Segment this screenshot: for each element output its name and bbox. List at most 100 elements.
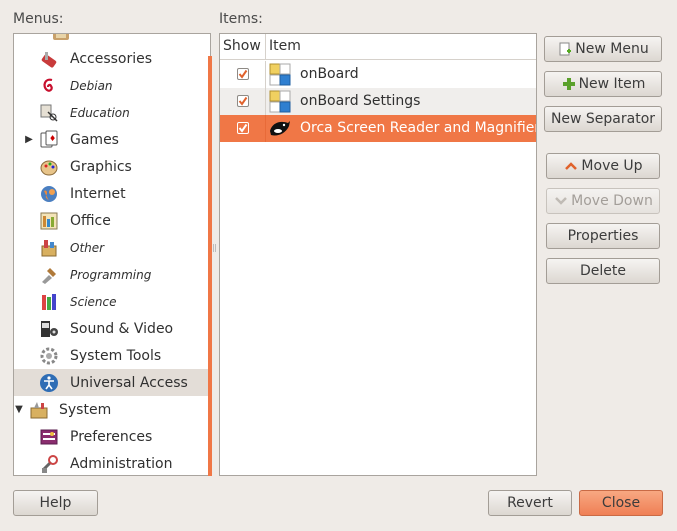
new-menu-button[interactable]: New Menu xyxy=(544,36,662,62)
tree-item-programming[interactable]: Programming xyxy=(14,261,208,288)
check-icon xyxy=(238,69,248,79)
administration-icon xyxy=(38,453,60,475)
close-label: Close xyxy=(601,495,641,511)
show-checkbox[interactable] xyxy=(237,68,249,80)
programming-icon xyxy=(38,264,60,286)
onboard-icon xyxy=(268,63,292,87)
delete-button[interactable]: Delete xyxy=(546,258,660,284)
item-row-onboard[interactable]: onBoard xyxy=(220,61,536,88)
tree-item-label: Other xyxy=(70,240,105,255)
new-separator-button[interactable]: New Separator xyxy=(544,106,662,132)
new-separator-label: New Separator xyxy=(550,111,656,127)
item-row-onboard-settings[interactable]: onBoard Settings xyxy=(220,88,536,115)
universal-access-icon xyxy=(38,372,60,394)
preferences-icon xyxy=(38,426,60,448)
tree-item-label: System xyxy=(59,401,112,418)
tree-item-system[interactable]: ▼ System xyxy=(14,396,208,423)
tree-item-label: Universal Access xyxy=(70,374,188,391)
tree-item-graphics[interactable]: Graphics xyxy=(14,153,208,180)
new-menu-icon xyxy=(557,41,573,57)
check-icon xyxy=(238,96,248,106)
system-icon xyxy=(28,399,50,421)
new-item-button[interactable]: New Item xyxy=(544,71,662,97)
move-down-button[interactable]: Move Down xyxy=(546,188,660,214)
column-header-show[interactable]: Show xyxy=(223,38,261,54)
items-label: Items: xyxy=(219,11,263,27)
plus-icon xyxy=(561,76,577,92)
tree-item-label: Science xyxy=(70,294,117,309)
tree-item-label: Accessories xyxy=(70,50,153,67)
expand-arrow-icon[interactable]: ▶ xyxy=(24,134,34,145)
show-checkbox[interactable] xyxy=(237,95,249,107)
tree-item-other[interactable]: Other xyxy=(14,234,208,261)
item-label: onBoard Settings xyxy=(300,93,421,109)
other-icon xyxy=(38,237,60,259)
onboard-settings-icon xyxy=(268,90,292,114)
tree-item-internet[interactable]: Internet xyxy=(14,180,208,207)
tree-item-label: Programming xyxy=(70,267,152,282)
tree-item-label: Education xyxy=(70,105,130,120)
help-button[interactable]: Help xyxy=(13,490,98,516)
tree-item-universal-access[interactable]: Universal Access xyxy=(14,369,208,396)
tree-item-administration[interactable]: Administration xyxy=(14,450,208,475)
tree-item-preferences[interactable]: Preferences xyxy=(14,423,208,450)
tree-item-label: Sound & Video xyxy=(70,320,174,337)
tree-item-accessories[interactable]: Accessories xyxy=(14,45,208,72)
show-checkbox[interactable] xyxy=(237,122,249,134)
tree-item-debian[interactable]: Debian xyxy=(14,72,208,99)
properties-button[interactable]: Properties xyxy=(546,223,660,249)
revert-button[interactable]: Revert xyxy=(488,490,572,516)
cell-divider xyxy=(265,115,266,142)
move-up-label: Move Up xyxy=(581,158,643,174)
accessories-icon xyxy=(38,48,60,70)
cell-divider xyxy=(265,61,266,88)
applications-icon xyxy=(50,34,72,40)
column-divider xyxy=(265,34,266,60)
items-header: Show Item xyxy=(220,34,536,60)
tree-item-games[interactable]: ▶ ♦ Games xyxy=(14,126,208,153)
pane-resize-handle[interactable] xyxy=(213,240,216,252)
tree-item-label: Games xyxy=(70,131,119,148)
tree-item-label: Preferences xyxy=(70,428,153,445)
revert-label: Revert xyxy=(507,495,553,511)
menus-tree[interactable]: Accessories Debian Education ▶ ♦ Games G… xyxy=(13,33,211,476)
tree-item-label: Office xyxy=(70,212,111,229)
tree-item-label: Internet xyxy=(70,185,126,202)
games-icon: ♦ xyxy=(38,129,60,151)
move-up-button[interactable]: Move Up xyxy=(546,153,660,179)
item-row-orca[interactable]: Orca Screen Reader and Magnifier xyxy=(220,115,536,142)
close-button[interactable]: Close xyxy=(579,490,663,516)
science-icon xyxy=(38,291,60,313)
education-icon xyxy=(38,102,60,124)
graphics-icon xyxy=(38,156,60,178)
svg-text:♦: ♦ xyxy=(49,134,56,143)
delete-label: Delete xyxy=(580,263,626,279)
tree-item-label: Graphics xyxy=(70,158,132,175)
internet-icon xyxy=(38,183,60,205)
tree-item-label: Debian xyxy=(70,78,113,93)
collapse-arrow-icon[interactable]: ▼ xyxy=(14,404,24,415)
tree-item-education[interactable]: Education xyxy=(14,99,208,126)
menus-label: Menus: xyxy=(13,11,64,27)
system-tools-icon xyxy=(38,345,60,367)
chevron-down-icon xyxy=(553,193,569,209)
tree-item-sound-video[interactable]: Sound & Video xyxy=(14,315,208,342)
properties-label: Properties xyxy=(567,228,639,244)
item-label: Orca Screen Reader and Magnifier xyxy=(300,120,537,136)
new-menu-label: New Menu xyxy=(575,41,649,57)
sound-video-icon xyxy=(38,318,60,340)
tree-item-science[interactable]: Science xyxy=(14,288,208,315)
menus-scrollbar[interactable] xyxy=(208,56,212,476)
tree-item-label: Administration xyxy=(70,455,173,472)
cell-divider xyxy=(265,88,266,115)
tree-item-system-tools[interactable]: System Tools xyxy=(14,342,208,369)
debian-icon xyxy=(38,75,60,97)
office-icon xyxy=(38,210,60,232)
new-item-label: New Item xyxy=(578,76,646,92)
items-list[interactable]: Show Item onBoard onBoard Settings Orca … xyxy=(219,33,537,476)
help-label: Help xyxy=(39,495,72,511)
tree-item-office[interactable]: Office xyxy=(14,207,208,234)
orca-icon xyxy=(268,117,292,141)
tree-item-label: System Tools xyxy=(70,347,162,364)
column-header-item[interactable]: Item xyxy=(269,38,301,54)
